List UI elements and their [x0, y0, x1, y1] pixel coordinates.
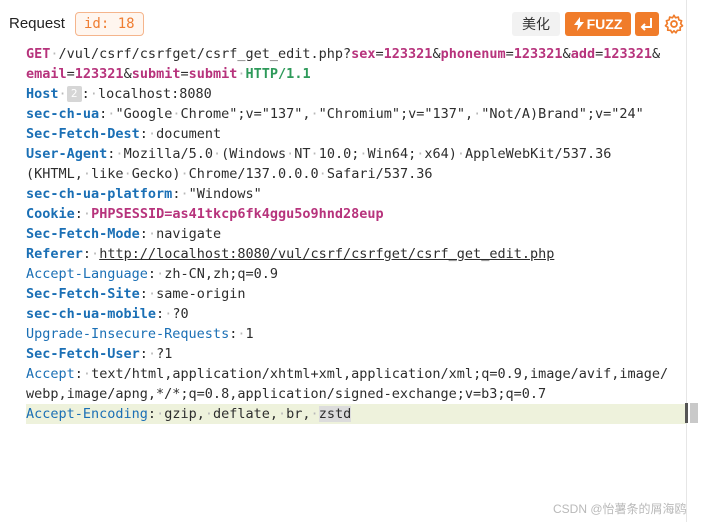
referer-link[interactable]: http://localhost:8080/vul/csrf/csrfget/c…	[99, 246, 554, 262]
request-id-badge: id: 18	[75, 12, 144, 36]
header-row: Upgrade-Insecure-Requests:·1	[26, 326, 254, 342]
header-row: User-Agent:·Mozilla/5.0·(Windows·NT·10.0…	[26, 146, 612, 162]
header-row: Sec-Fetch-Site:·same-origin	[26, 286, 246, 302]
header-row: Accept-Encoding:·gzip,·deflate,·br,·zstd	[26, 406, 352, 422]
line-wrap-button[interactable]	[635, 12, 659, 36]
request-path: /vul/csrf/csrfget/csrf_get_edit.php?	[58, 46, 352, 62]
fuzz-button[interactable]: FUZZ	[565, 12, 631, 36]
request-line: GET·/vul/csrf/csrfget/csrf_get_edit.php?…	[26, 46, 661, 62]
header-row: Cookie:·PHPSESSID=as41tkcp6fk4ggu5o9hnd2…	[26, 206, 384, 222]
request-line-cont: email=123321&submit=submit·HTTP/1.1	[26, 66, 311, 82]
http-version: HTTP/1.1	[245, 66, 311, 82]
http-method: GET	[26, 46, 51, 62]
header-row: Accept-Language:·zh-CN,zh;q=0.9	[26, 266, 278, 282]
request-editor[interactable]: GET·/vul/csrf/csrfget/csrf_get_edit.php?…	[0, 44, 686, 522]
panel-title: Request	[9, 15, 65, 32]
header-row: sec-ch-ua-mobile:·?0	[26, 306, 189, 322]
watermark: CSDN @怡薯条的屑海鸥	[553, 502, 687, 516]
header-row: sec-ch-ua:·"Google·Chrome";v="137",·"Chr…	[26, 106, 644, 122]
header-row: Sec-Fetch-Dest:·document	[26, 126, 222, 142]
fuzz-label: FUZZ	[586, 16, 623, 32]
beautify-button[interactable]: 美化	[512, 12, 560, 36]
duplicate-count-badge: 2	[66, 86, 82, 102]
scroll-position-marker	[685, 403, 688, 423]
vertical-scrollbar[interactable]	[686, 0, 707, 522]
header-row: Sec-Fetch-Mode:·navigate	[26, 226, 222, 242]
header-row: sec-ch-ua-platform:·"Windows"	[26, 186, 262, 202]
line-wrap-icon	[640, 18, 652, 31]
header-row-cont: webp,image/apng,*/*;q=0.8,application/si…	[26, 386, 547, 402]
gear-icon[interactable]	[663, 13, 685, 35]
header-row: Accept:·text/html,application/xhtml+xml,…	[26, 366, 669, 382]
header-row: Host· 2:·localhost:8080	[26, 86, 212, 102]
header-row-cont: (KHTML,·like·Gecko)·Chrome/137.0.0.0·Saf…	[26, 166, 433, 182]
scrollbar-thumb[interactable]	[690, 403, 698, 423]
request-panel-header: Request id: 18 美化 FUZZ	[0, 0, 686, 44]
header-row: Sec-Fetch-User:·?1	[26, 346, 173, 362]
header-row: Referer:·http://localhost:8080/vul/csrf/…	[26, 246, 555, 262]
lightning-icon	[573, 17, 584, 31]
